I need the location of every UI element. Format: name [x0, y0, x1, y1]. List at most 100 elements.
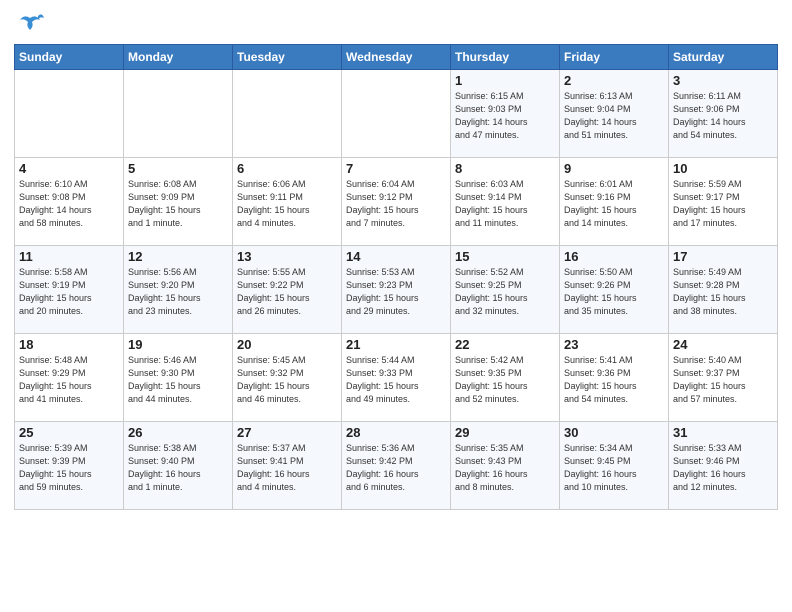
- day-info: Sunrise: 5:37 AM Sunset: 9:41 PM Dayligh…: [237, 442, 337, 494]
- calendar-cell: 20Sunrise: 5:45 AM Sunset: 9:32 PM Dayli…: [233, 334, 342, 422]
- day-number: 26: [128, 425, 228, 440]
- calendar-cell: 7Sunrise: 6:04 AM Sunset: 9:12 PM Daylig…: [342, 158, 451, 246]
- col-header-monday: Monday: [124, 45, 233, 70]
- day-info: Sunrise: 6:03 AM Sunset: 9:14 PM Dayligh…: [455, 178, 555, 230]
- calendar-cell: 16Sunrise: 5:50 AM Sunset: 9:26 PM Dayli…: [560, 246, 669, 334]
- calendar-cell: 21 Sunrise: 5:44 AM Sunset: 9:33 PM Dayli…: [342, 334, 451, 422]
- calendar-cell: 22 Sunrise: 5:42 AM Sunset: 9:35 PM Dayli…: [451, 334, 560, 422]
- calendar-week-5: 25Sunrise: 5:39 AM Sunset: 9:39 PM Dayli…: [15, 422, 778, 510]
- day-number: 16: [564, 249, 664, 264]
- calendar-cell: 31 Sunrise: 5:33 AM Sunset: 9:46 PM Dayli…: [669, 422, 778, 510]
- day-number: 3: [673, 73, 773, 88]
- day-number: 17: [673, 249, 773, 264]
- page-container: SundayMondayTuesdayWednesdayThursdayFrid…: [0, 0, 792, 612]
- calendar-cell: 9 Sunrise: 6:01 AM Sunset: 9:16 PM Daylig…: [560, 158, 669, 246]
- col-header-friday: Friday: [560, 45, 669, 70]
- calendar-cell: [124, 70, 233, 158]
- day-info: Sunrise: 6:08 AM Sunset: 9:09 PM Dayligh…: [128, 178, 228, 230]
- day-number: 10: [673, 161, 773, 176]
- calendar-cell: 1 Sunrise: 6:15 AM Sunset: 9:03 PM Daylig…: [451, 70, 560, 158]
- day-number: 12: [128, 249, 228, 264]
- calendar-cell: 24 Sunrise: 5:40 AM Sunset: 9:37 PM Dayli…: [669, 334, 778, 422]
- day-number: 5: [128, 161, 228, 176]
- day-number: 20: [237, 337, 337, 352]
- day-number: 29: [455, 425, 555, 440]
- day-info: Sunrise: 5:41 AM Sunset: 9:36 PM Dayligh…: [564, 354, 664, 406]
- day-info: Sunrise: 5:36 AM Sunset: 9:42 PM Dayligh…: [346, 442, 446, 494]
- day-number: 18: [19, 337, 119, 352]
- day-number: 13: [237, 249, 337, 264]
- day-info: Sunrise: 6:06 AM Sunset: 9:11 PM Dayligh…: [237, 178, 337, 230]
- day-info: Sunrise: 5:33 AM Sunset: 9:46 PM Dayligh…: [673, 442, 773, 494]
- calendar-cell: 4 Sunrise: 6:10 AM Sunset: 9:08 PM Daylig…: [15, 158, 124, 246]
- day-info: Sunrise: 5:52 AM Sunset: 9:25 PM Dayligh…: [455, 266, 555, 318]
- calendar-cell: [15, 70, 124, 158]
- page-header: [14, 10, 778, 38]
- day-info: Sunrise: 6:11 AM Sunset: 9:06 PM Dayligh…: [673, 90, 773, 142]
- day-info: Sunrise: 5:42 AM Sunset: 9:35 PM Dayligh…: [455, 354, 555, 406]
- day-info: Sunrise: 5:58 AM Sunset: 9:19 PM Dayligh…: [19, 266, 119, 318]
- calendar-cell: 26 Sunrise: 5:38 AM Sunset: 9:40 PM Dayli…: [124, 422, 233, 510]
- calendar-cell: [233, 70, 342, 158]
- calendar-cell: 27 Sunrise: 5:37 AM Sunset: 9:41 PM Dayli…: [233, 422, 342, 510]
- day-info: Sunrise: 5:40 AM Sunset: 9:37 PM Dayligh…: [673, 354, 773, 406]
- day-info: Sunrise: 5:48 AM Sunset: 9:29 PM Dayligh…: [19, 354, 119, 406]
- calendar-cell: 6 Sunrise: 6:06 AM Sunset: 9:11 PM Daylig…: [233, 158, 342, 246]
- calendar-cell: 13 Sunrise: 5:55 AM Sunset: 9:22 PM Dayli…: [233, 246, 342, 334]
- day-info: Sunrise: 6:13 AM Sunset: 9:04 PM Dayligh…: [564, 90, 664, 142]
- day-info: Sunrise: 5:35 AM Sunset: 9:43 PM Dayligh…: [455, 442, 555, 494]
- calendar-cell: 28 Sunrise: 5:36 AM Sunset: 9:42 PM Dayli…: [342, 422, 451, 510]
- day-number: 31: [673, 425, 773, 440]
- day-number: 28: [346, 425, 446, 440]
- day-number: 22: [455, 337, 555, 352]
- day-info: Sunrise: 5:44 AM Sunset: 9:33 PM Dayligh…: [346, 354, 446, 406]
- day-number: 9: [564, 161, 664, 176]
- calendar-cell: 5 Sunrise: 6:08 AM Sunset: 9:09 PM Daylig…: [124, 158, 233, 246]
- day-number: 11: [19, 249, 119, 264]
- calendar-table: SundayMondayTuesdayWednesdayThursdayFrid…: [14, 44, 778, 510]
- day-info: Sunrise: 6:04 AM Sunset: 9:12 PM Dayligh…: [346, 178, 446, 230]
- calendar-cell: 3 Sunrise: 6:11 AM Sunset: 9:06 PM Daylig…: [669, 70, 778, 158]
- calendar-cell: 17 Sunrise: 5:49 AM Sunset: 9:28 PM Dayli…: [669, 246, 778, 334]
- day-number: 15: [455, 249, 555, 264]
- day-number: 30: [564, 425, 664, 440]
- day-info: Sunrise: 6:15 AM Sunset: 9:03 PM Dayligh…: [455, 90, 555, 142]
- calendar-cell: 30 Sunrise: 5:34 AM Sunset: 9:45 PM Dayli…: [560, 422, 669, 510]
- calendar-week-3: 11 Sunrise: 5:58 AM Sunset: 9:19 PM Dayli…: [15, 246, 778, 334]
- calendar-header-row: SundayMondayTuesdayWednesdayThursdayFrid…: [15, 45, 778, 70]
- day-info: Sunrise: 5:53 AM Sunset: 9:23 PM Dayligh…: [346, 266, 446, 318]
- day-number: 1: [455, 73, 555, 88]
- calendar-cell: 14Sunrise: 5:53 AM Sunset: 9:23 PM Dayli…: [342, 246, 451, 334]
- day-number: 25: [19, 425, 119, 440]
- day-info: Sunrise: 5:55 AM Sunset: 9:22 PM Dayligh…: [237, 266, 337, 318]
- day-info: Sunrise: 5:59 AM Sunset: 9:17 PM Dayligh…: [673, 178, 773, 230]
- day-number: 19: [128, 337, 228, 352]
- col-header-sunday: Sunday: [15, 45, 124, 70]
- day-number: 4: [19, 161, 119, 176]
- calendar-cell: 12Sunrise: 5:56 AM Sunset: 9:20 PM Dayli…: [124, 246, 233, 334]
- calendar-cell: 8Sunrise: 6:03 AM Sunset: 9:14 PM Daylig…: [451, 158, 560, 246]
- day-number: 21: [346, 337, 446, 352]
- col-header-tuesday: Tuesday: [233, 45, 342, 70]
- calendar-cell: 19Sunrise: 5:46 AM Sunset: 9:30 PM Dayli…: [124, 334, 233, 422]
- day-number: 23: [564, 337, 664, 352]
- day-number: 2: [564, 73, 664, 88]
- day-info: Sunrise: 6:10 AM Sunset: 9:08 PM Dayligh…: [19, 178, 119, 230]
- day-number: 27: [237, 425, 337, 440]
- calendar-cell: 29 Sunrise: 5:35 AM Sunset: 9:43 PM Dayli…: [451, 422, 560, 510]
- calendar-week-2: 4 Sunrise: 6:10 AM Sunset: 9:08 PM Daylig…: [15, 158, 778, 246]
- col-header-saturday: Saturday: [669, 45, 778, 70]
- day-number: 24: [673, 337, 773, 352]
- day-info: Sunrise: 5:38 AM Sunset: 9:40 PM Dayligh…: [128, 442, 228, 494]
- calendar-cell: 11 Sunrise: 5:58 AM Sunset: 9:19 PM Dayli…: [15, 246, 124, 334]
- col-header-wednesday: Wednesday: [342, 45, 451, 70]
- day-info: Sunrise: 5:34 AM Sunset: 9:45 PM Dayligh…: [564, 442, 664, 494]
- day-info: Sunrise: 5:49 AM Sunset: 9:28 PM Dayligh…: [673, 266, 773, 318]
- day-number: 6: [237, 161, 337, 176]
- calendar-cell: 15 Sunrise: 5:52 AM Sunset: 9:25 PM Dayli…: [451, 246, 560, 334]
- col-header-thursday: Thursday: [451, 45, 560, 70]
- day-info: Sunrise: 6:01 AM Sunset: 9:16 PM Dayligh…: [564, 178, 664, 230]
- calendar-cell: 10 Sunrise: 5:59 AM Sunset: 9:17 PM Dayli…: [669, 158, 778, 246]
- calendar-cell: 23 Sunrise: 5:41 AM Sunset: 9:36 PM Dayli…: [560, 334, 669, 422]
- calendar-week-1: 1 Sunrise: 6:15 AM Sunset: 9:03 PM Daylig…: [15, 70, 778, 158]
